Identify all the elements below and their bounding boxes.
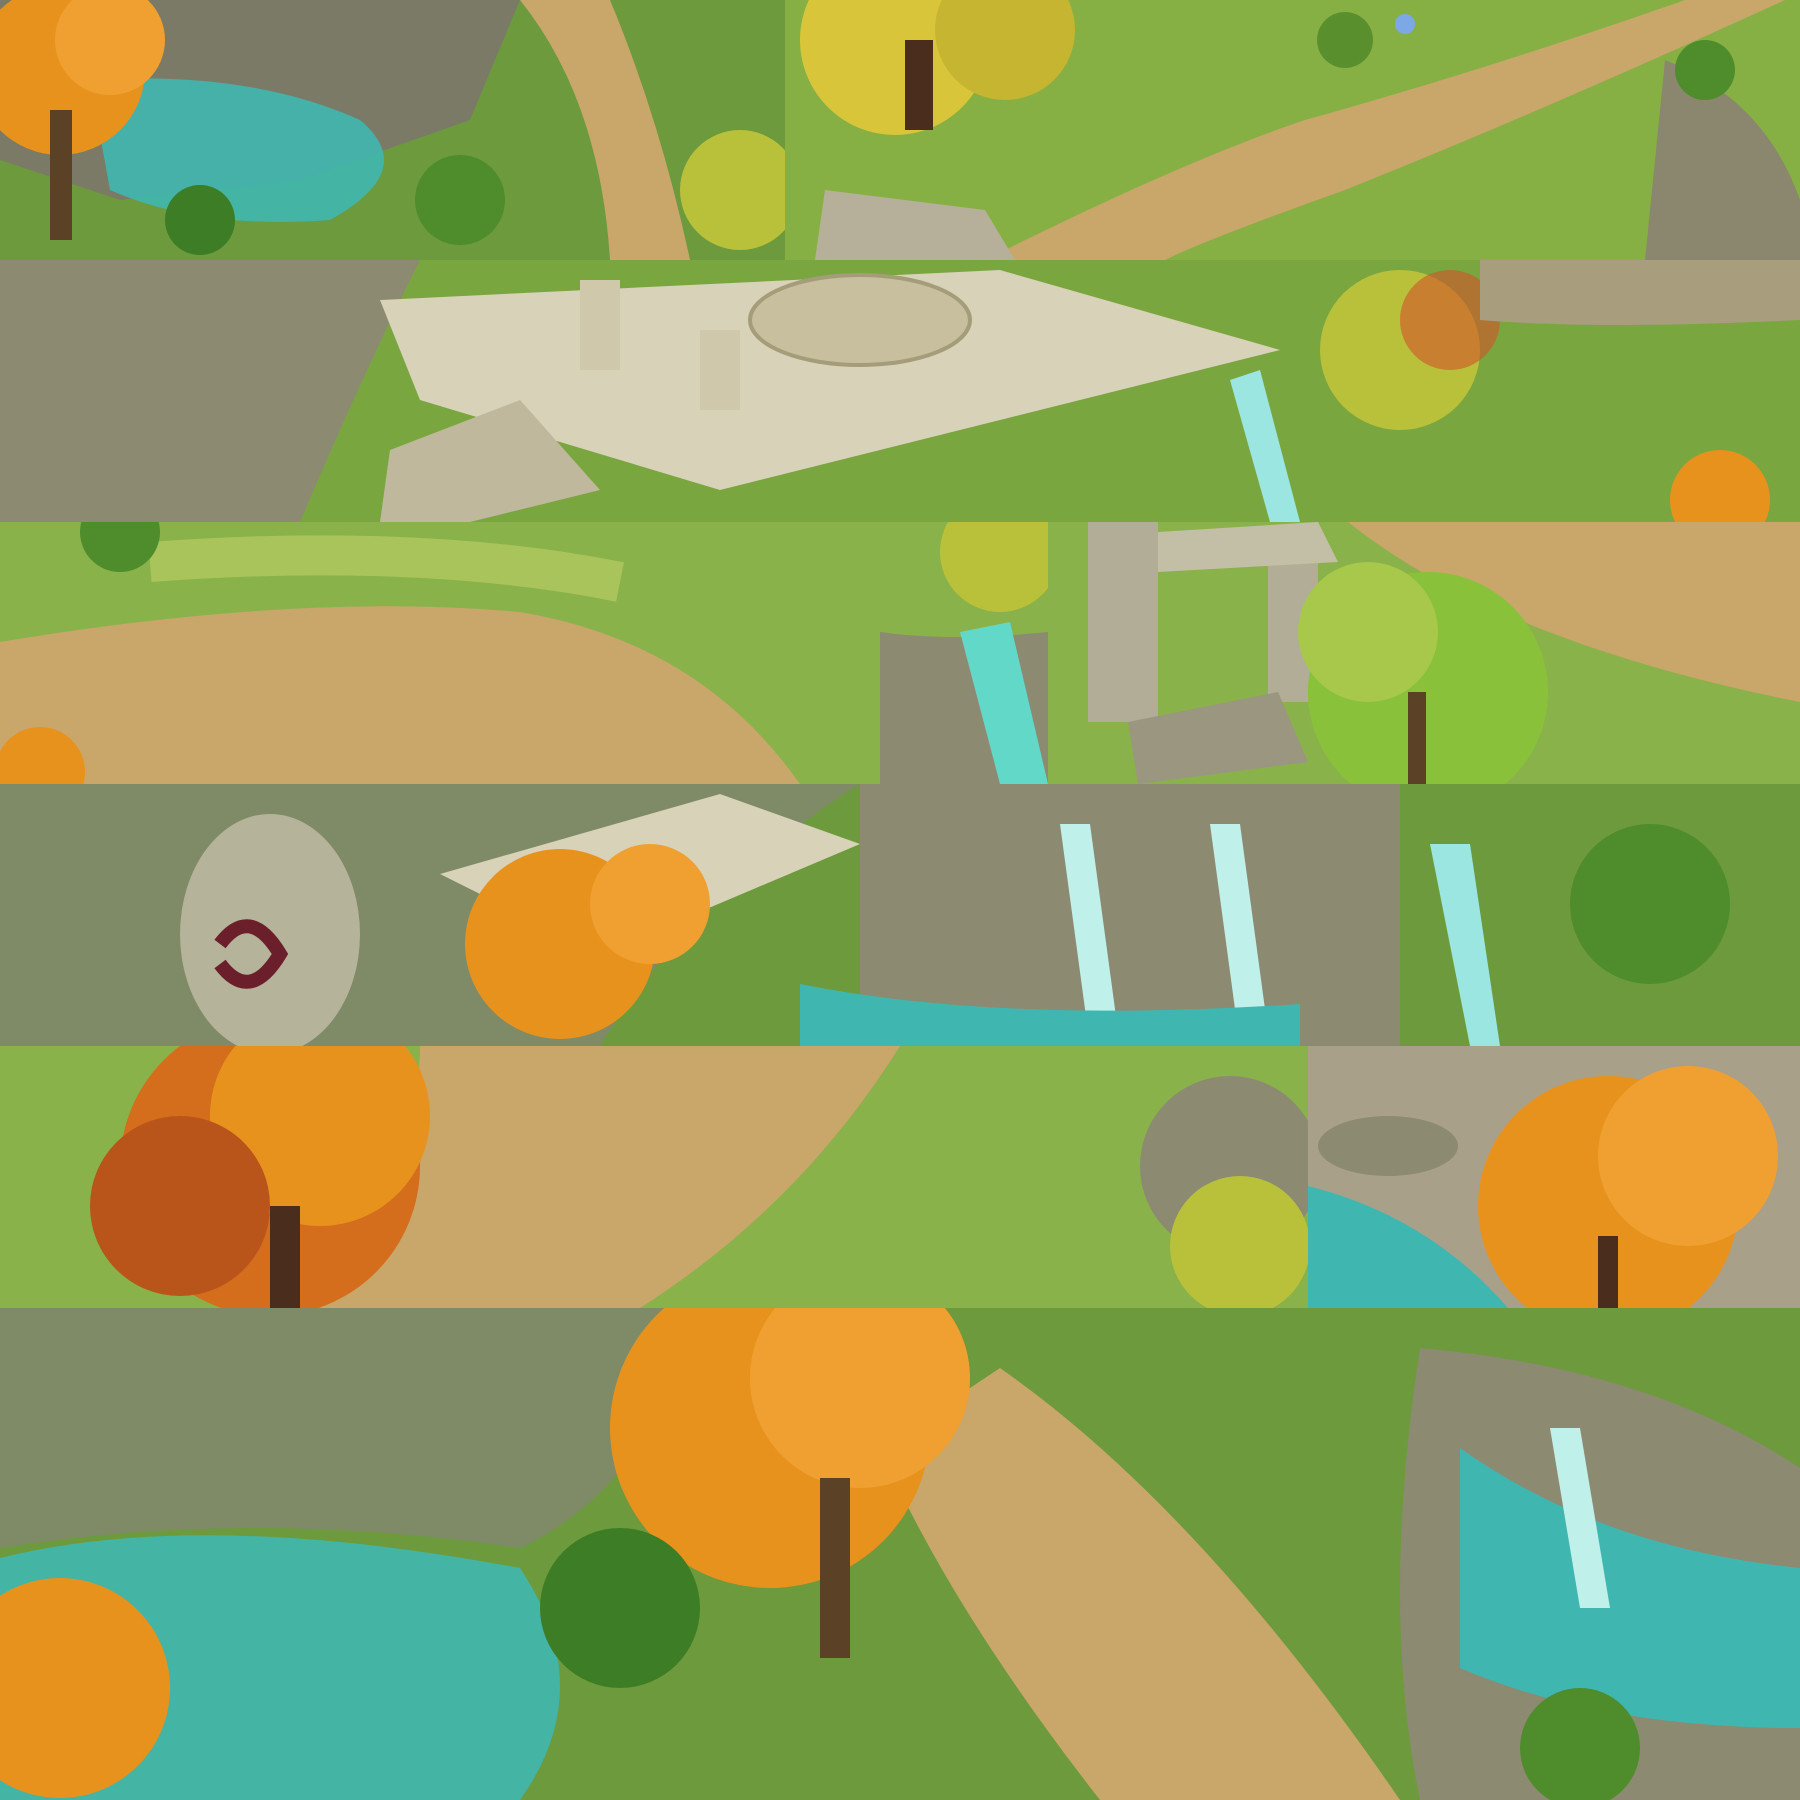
texture-atlas bbox=[0, 0, 1800, 1800]
tile-misty-pond bbox=[0, 1308, 1800, 1800]
tile-pond-orange-tree bbox=[1308, 1046, 1800, 1308]
tile-rune-stone-waterfalls bbox=[0, 784, 1800, 1046]
tile-stone-plaza bbox=[0, 260, 1800, 522]
tile-autumn-clearing bbox=[0, 1046, 1308, 1308]
tile-grass-clearing bbox=[0, 522, 1048, 784]
tile-stone-gate bbox=[1048, 522, 1800, 784]
tile-path-yellow-tree bbox=[785, 0, 1800, 260]
tile-cliff-pond bbox=[0, 0, 785, 260]
